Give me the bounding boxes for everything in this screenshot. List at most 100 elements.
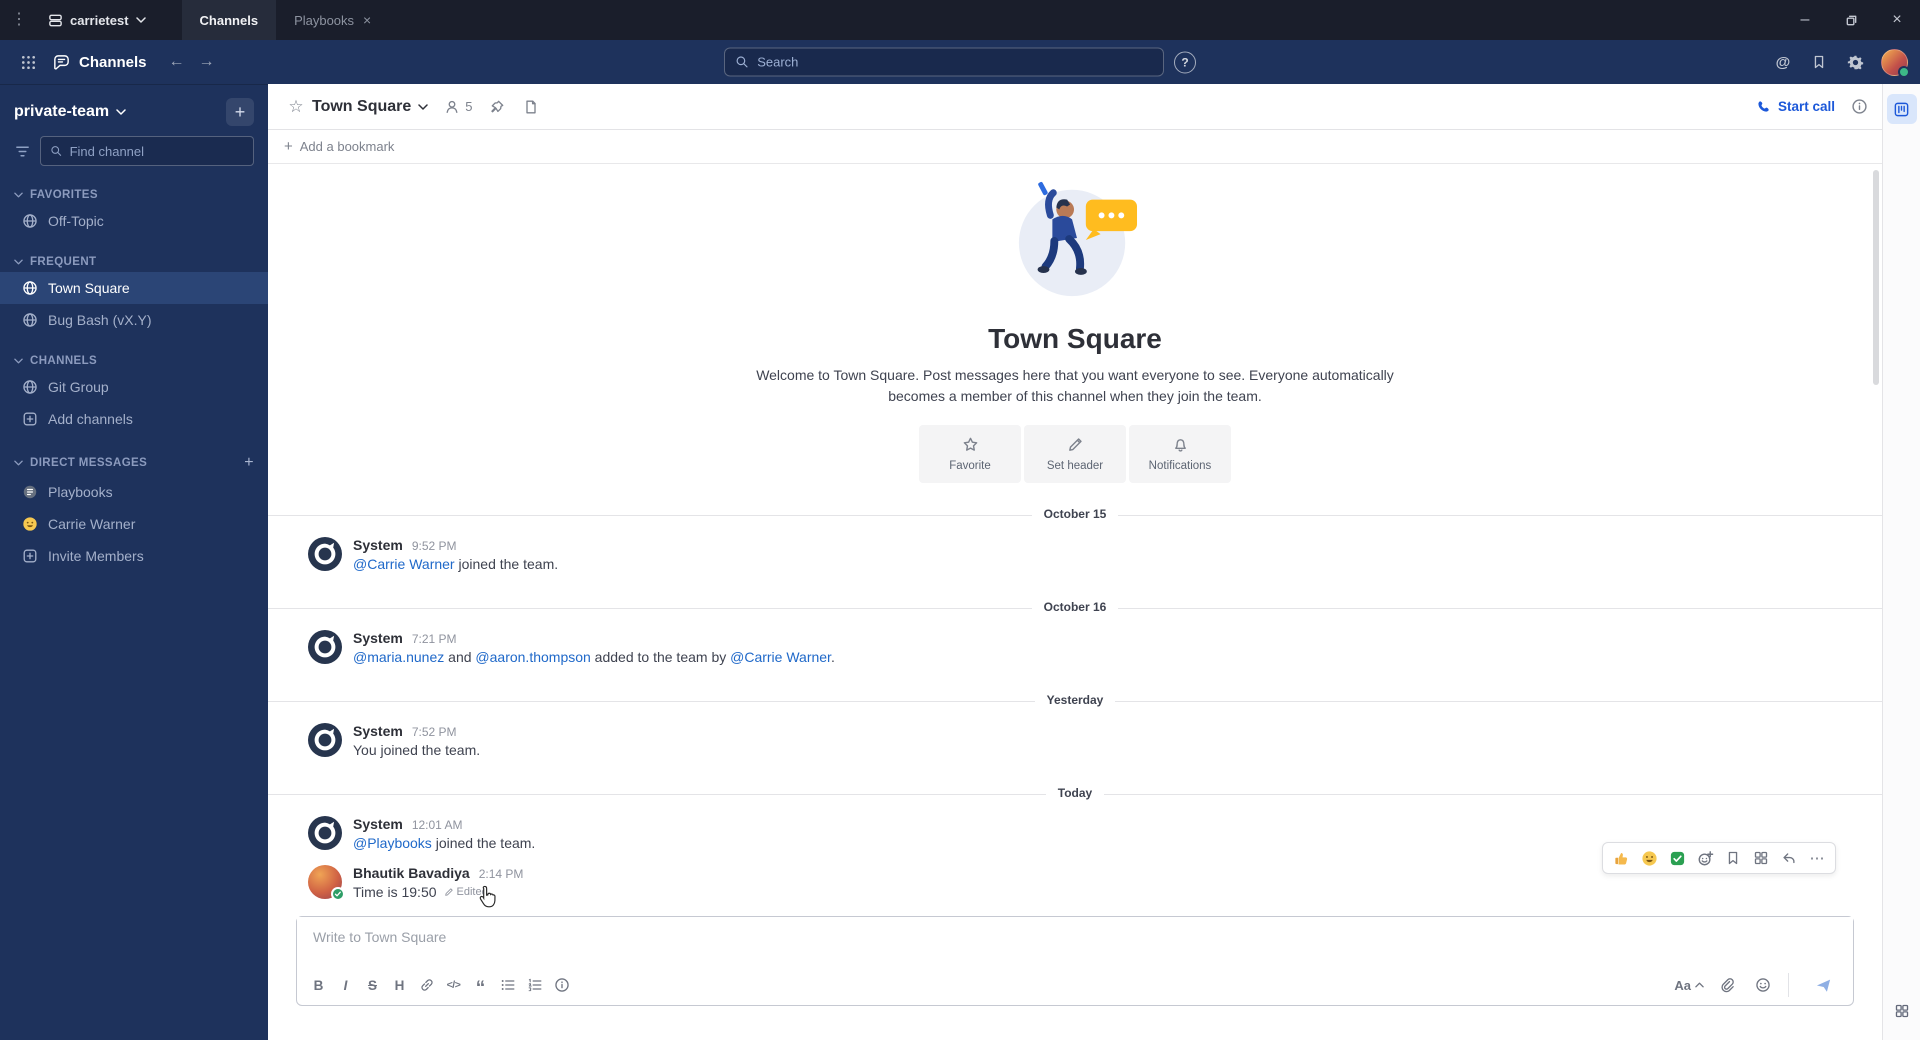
message-input[interactable] [297,917,1853,965]
thumbs-up-emoji-button[interactable] [1609,846,1633,870]
close-window-button[interactable]: × [1874,0,1920,40]
heading-icon[interactable]: H [386,972,413,998]
team-menu[interactable]: private-team [14,103,126,121]
settings-icon[interactable] [1840,47,1870,77]
send-message-button[interactable] [1801,970,1845,1000]
attachment-icon[interactable] [1713,972,1740,998]
numbered-list-icon[interactable] [521,972,548,998]
channel-filter-icon[interactable] [14,143,31,160]
members-button[interactable]: 5 [440,93,476,121]
channel-files-button[interactable] [517,93,545,121]
link-icon[interactable] [413,972,440,998]
mention-link[interactable]: @maria.nunez [353,649,444,665]
search-input[interactable] [757,54,1153,70]
user-avatar[interactable] [1881,48,1910,78]
section-direct-messages[interactable]: DIRECT MESSAGES + [0,450,268,476]
bulleted-list-icon[interactable] [494,972,521,998]
message-author[interactable]: Bhautik Bavadiya [353,865,470,881]
chevron-down-icon [14,358,23,364]
intro-favorite-button[interactable]: Favorite [919,425,1021,483]
back-icon[interactable]: ← [163,48,191,76]
mention-link[interactable]: @aaron.thompson [475,649,590,665]
plus-icon: + [284,138,293,155]
italic-icon[interactable]: I [332,972,359,998]
quote-icon[interactable]: “ [467,972,494,998]
sidebar-item-bug-bash[interactable]: Bug Bash (vX.Y) [0,304,268,336]
help-icon[interactable]: ? [1174,51,1196,73]
restore-button[interactable] [1828,0,1874,40]
sidebar-item-git-group[interactable]: Git Group [0,371,268,403]
product-title: Channels [44,53,155,72]
show-formatting-toggle[interactable]: Aa [1674,978,1704,993]
add-direct-message-icon[interactable]: + [244,454,254,472]
channel-info-icon[interactable] [1851,98,1868,115]
sidebar-item-town-square[interactable]: Town Square [0,272,268,304]
saved-messages-icon[interactable] [1804,47,1834,77]
forward-icon[interactable]: → [193,48,221,76]
save-message-icon[interactable] [1721,846,1745,870]
check-mark-emoji-button[interactable] [1665,846,1689,870]
section-channels[interactable]: CHANNELS [0,351,268,371]
add-channel-plus-button[interactable]: + [226,98,254,126]
scrollbar-thumb[interactable] [1873,170,1879,385]
sidebar-item-invite-members[interactable]: Invite Members [0,540,268,572]
message-row-hovered[interactable]: ⋯ Bhautik Bavadiya 2:14 PM Time is 19:50… [268,842,1882,904]
apps-grid-icon[interactable] [1887,996,1917,1026]
server-selector[interactable]: carrietest [38,0,156,40]
add-reaction-icon[interactable] [1693,846,1717,870]
message-author[interactable]: System [353,816,403,832]
tab-channels[interactable]: Channels [181,0,277,40]
product-switcher-icon[interactable] [12,46,44,78]
sidebar-item-playbooks-bot[interactable]: Playbooks [0,476,268,508]
strikethrough-icon[interactable]: S [359,972,386,998]
user-avatar-bhautik[interactable] [308,865,345,901]
more-actions-icon[interactable]: ⋯ [1805,846,1829,870]
message-row[interactable]: System 7:21 PM @maria.nunez and @aaron.t… [268,620,1882,669]
find-channel-box[interactable] [40,136,254,166]
channel-intro-illustration [1018,182,1138,297]
server-name: carrietest [70,12,129,28]
pinned-posts-button[interactable] [483,93,511,121]
star-icon [963,437,977,451]
emoji-picker-icon[interactable] [1749,972,1776,998]
sidebar-item-off-topic[interactable]: Off-Topic [0,205,268,237]
mention-link[interactable]: @Carrie Warner [353,556,455,572]
mentions-icon[interactable]: @ [1768,47,1798,77]
reply-icon[interactable] [1777,846,1801,870]
find-channel-input[interactable] [69,143,244,159]
sidebar-item-add-channels[interactable]: Add channels [0,403,268,435]
favorite-star-icon[interactable]: ☆ [282,93,310,121]
mention-link[interactable]: @Playbooks [353,835,432,851]
close-tab-icon[interactable]: × [363,12,371,28]
message-feed[interactable]: Town Square Welcome to Town Square. Post… [268,164,1882,910]
message-row[interactable]: System 9:52 PM @Carrie Warner joined the… [268,527,1882,576]
plus-box-icon [23,549,37,563]
intro-set-header-button[interactable]: Set header [1024,425,1126,483]
tab-playbooks[interactable]: Playbooks × [276,0,389,40]
minimize-button[interactable]: – [1782,0,1828,40]
section-favorites[interactable]: FAVORITES [0,185,268,205]
sidebar-item-carrie-warner[interactable]: Carrie Warner [0,508,268,540]
code-icon[interactable]: </> [440,972,467,998]
global-search[interactable] [724,47,1164,77]
start-call-button[interactable]: Start call [1756,99,1835,114]
message-author[interactable]: System [353,630,403,646]
message-author[interactable]: System [353,723,403,739]
gear-icon [1847,55,1863,69]
message-author[interactable]: System [353,537,403,553]
section-frequent[interactable]: FREQUENT [0,252,268,272]
bold-icon[interactable]: B [305,972,332,998]
add-bookmark-button[interactable]: + Add a bookmark [268,130,1882,164]
intro-notifications-button[interactable]: Notifications [1129,425,1231,483]
message-composer[interactable]: B I S H </> “ [296,916,1854,1006]
message-row[interactable]: System 7:52 PM You joined the team. [268,713,1882,762]
plus-box-icon [23,412,37,426]
message-apps-icon[interactable] [1749,846,1773,870]
formatting-help-icon[interactable] [548,972,575,998]
message-timestamp: 7:21 PM [411,632,457,646]
smile-emoji-button[interactable] [1637,846,1661,870]
mention-link[interactable]: @Carrie Warner [730,649,831,665]
rail-active-plugin-icon[interactable] [1886,94,1917,124]
channel-title-menu[interactable]: Town Square [312,98,429,116]
app-menu-icon[interactable]: ⋮ [0,0,38,40]
